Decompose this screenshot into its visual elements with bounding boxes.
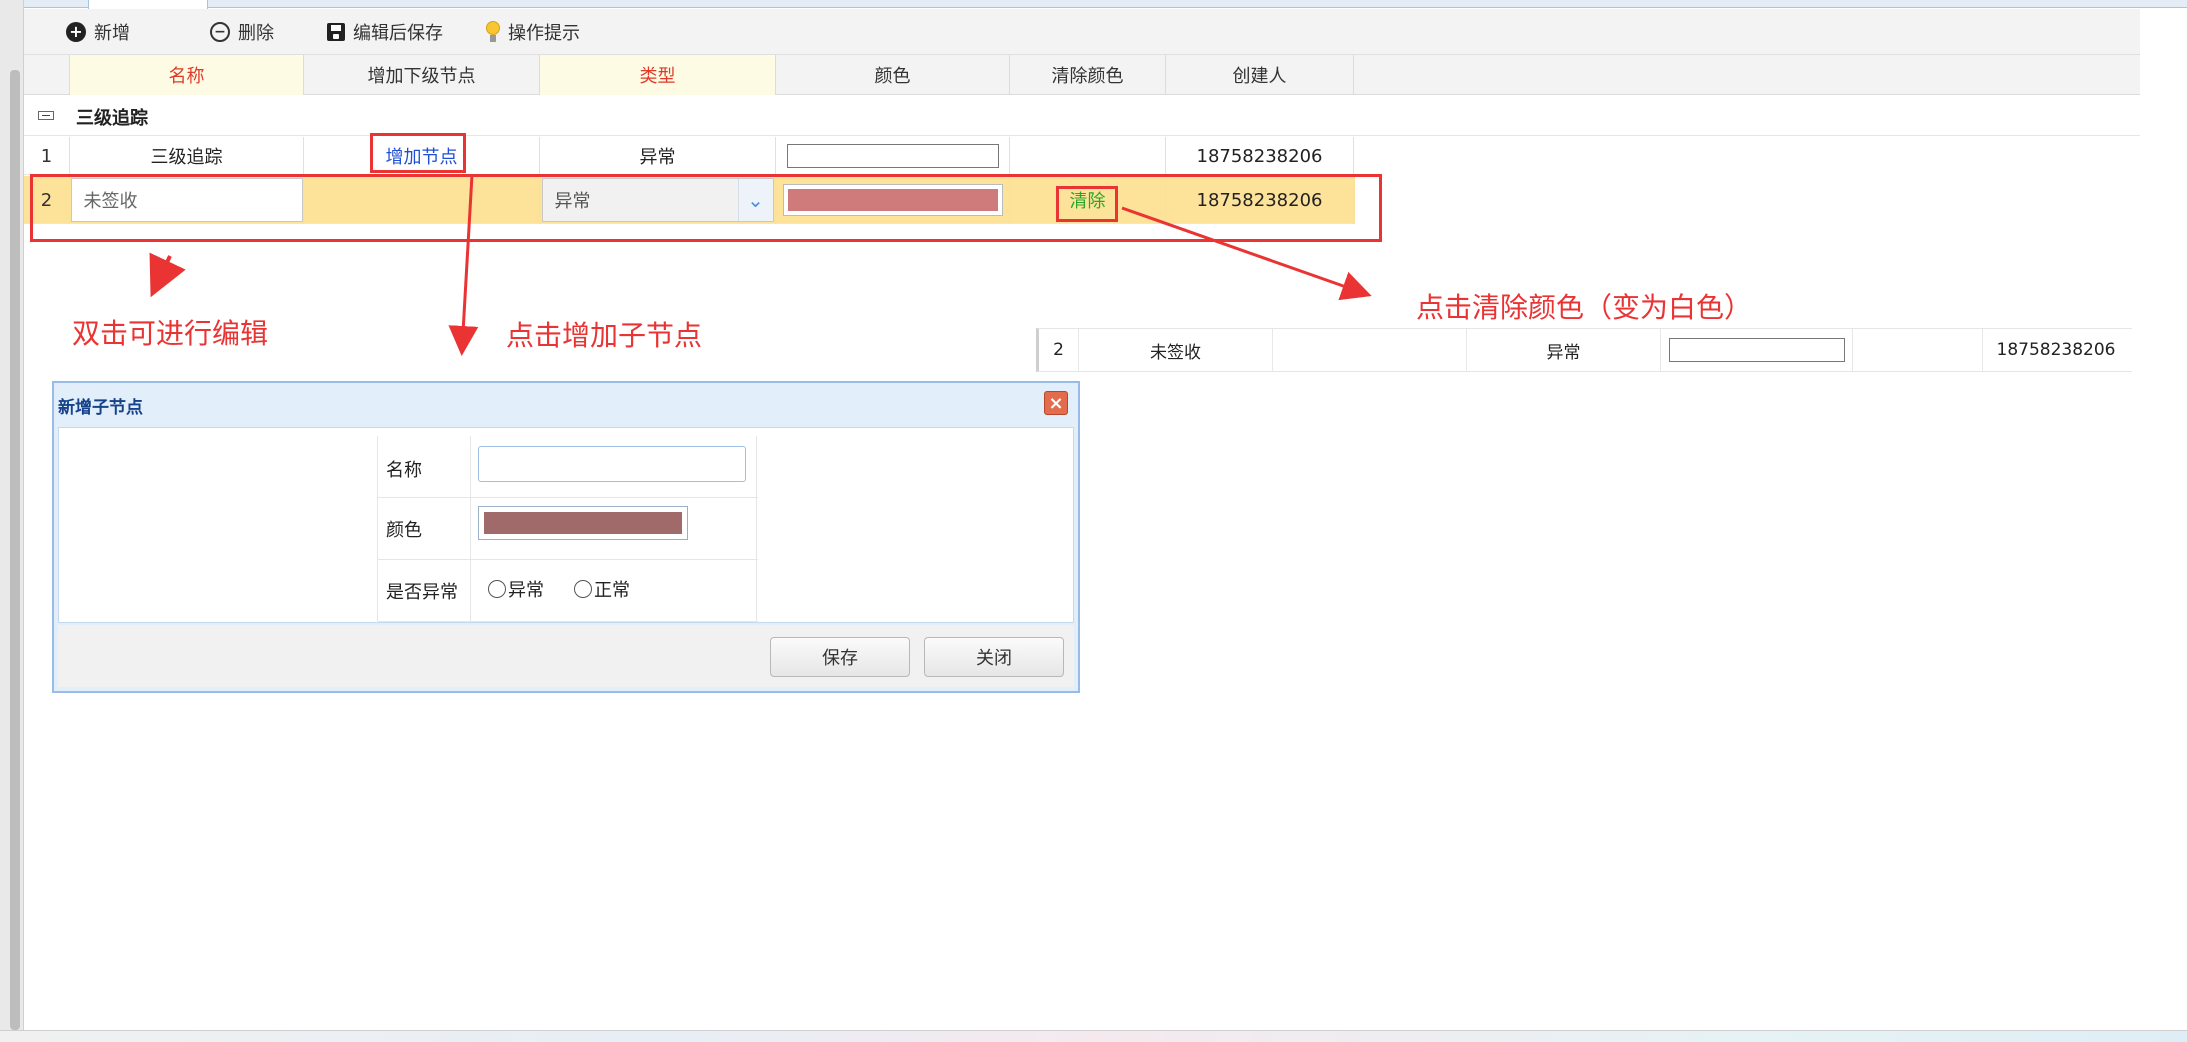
color-picker-input[interactable] — [782, 184, 1003, 216]
radio-circle[interactable] — [488, 580, 506, 598]
cell-creator: 18758238206 — [1166, 137, 1354, 175]
cell-name[interactable]: 三级追踪 — [70, 137, 304, 175]
toolbar: + 新增 − 删除 编辑后保存 操作提示 — [24, 9, 2140, 55]
name-input[interactable] — [478, 446, 746, 482]
cell-creator: 18758238206 — [1166, 176, 1354, 224]
color-swatch — [787, 189, 998, 211]
header-clear-color[interactable]: 清除颜色 — [1010, 55, 1166, 95]
radio-abnormal[interactable]: 异常 — [488, 576, 544, 602]
annotation-clear-color: 点击清除颜色（变为白色） — [1416, 291, 1753, 324]
chevron-down-icon[interactable]: ⌄ — [737, 179, 773, 221]
header-type[interactable]: 类型 — [540, 55, 776, 95]
radio-normal-label: 正常 — [594, 580, 630, 601]
preview-name: 未签收 — [1079, 329, 1273, 371]
form-row-name: 名称 — [378, 436, 758, 498]
header-creator[interactable]: 创建人 — [1166, 55, 1354, 95]
cell-clear-color — [1010, 137, 1166, 175]
header-add-child[interactable]: 增加下级节点 — [304, 55, 540, 95]
cell-add-child: 增加节点 — [304, 137, 540, 175]
row-number: 1 — [24, 137, 70, 175]
table-row[interactable]: 1 三级追踪 增加节点 异常 18758238206 — [24, 137, 1355, 175]
plus-circle-icon: + — [66, 22, 86, 42]
grid-header: 名称 增加下级节点 类型 颜色 清除颜色 创建人 — [24, 55, 2140, 95]
header-rownum — [24, 55, 70, 95]
preview-color-swatch — [1668, 338, 1845, 362]
preview-color — [1661, 329, 1853, 371]
clear-color-link[interactable]: 清除 — [1070, 187, 1106, 213]
add-button[interactable]: + 新增 — [66, 17, 130, 47]
preview-clear — [1853, 329, 1983, 371]
operation-tip-button[interactable]: 操作提示 — [486, 17, 580, 47]
preview-add-child — [1273, 329, 1467, 371]
row-number: 2 — [24, 176, 70, 224]
preview-creator: 18758238206 — [1996, 340, 2116, 360]
tip-button-label: 操作提示 — [508, 23, 580, 44]
cell-type[interactable]: 异常 — [540, 137, 776, 175]
dialog-footer: 保存 关闭 — [58, 625, 1074, 687]
arrow-edit — [149, 252, 186, 298]
tab-strip — [24, 0, 2187, 8]
name-label: 名称 — [386, 460, 422, 481]
name-edit-input[interactable]: 未签收 — [70, 178, 303, 222]
save-button-label: 编辑后保存 — [353, 23, 443, 44]
add-child-dialog: 新增子节点 × 名称 颜色 是否异常 异常 正常 保存 关闭 — [52, 381, 1080, 693]
table-row-editing[interactable]: 2 未签收 异常 ⌄ 清除 18758238206 — [24, 176, 1355, 224]
color-picker-input[interactable] — [478, 506, 688, 540]
preview-type: 异常 — [1467, 329, 1661, 371]
header-color[interactable]: 颜色 — [776, 55, 1010, 95]
child-node-form: 名称 颜色 是否异常 异常 正常 — [377, 436, 758, 624]
abnormal-label: 是否异常 — [386, 582, 458, 603]
group-label: 三级追踪 — [76, 108, 148, 129]
type-select[interactable]: 异常 ⌄ — [541, 178, 774, 222]
collapse-toggle-icon[interactable] — [38, 111, 54, 120]
form-divider — [470, 498, 471, 559]
cell-add-child — [304, 176, 540, 224]
close-icon[interactable]: × — [1044, 391, 1068, 415]
close-button[interactable]: 关闭 — [924, 637, 1064, 677]
radio-normal[interactable]: 正常 — [574, 576, 630, 602]
cell-color[interactable] — [776, 137, 1010, 175]
color-swatch — [484, 512, 682, 534]
minus-circle-icon: − — [210, 22, 230, 42]
preview-row-number: 2 — [1039, 329, 1079, 371]
annotation-add-child: 点击增加子节点 — [506, 319, 703, 352]
dialog-title: 新增子节点 — [58, 398, 143, 418]
cell-clear-color: 清除 — [1010, 176, 1166, 224]
add-button-label: 新增 — [94, 23, 130, 44]
cell-type: 异常 ⌄ — [540, 176, 776, 224]
floppy-disk-icon — [327, 23, 345, 41]
radio-circle[interactable] — [574, 580, 592, 598]
radio-abnormal-label: 异常 — [508, 580, 544, 601]
header-name[interactable]: 名称 — [70, 55, 304, 95]
cell-name: 未签收 — [70, 176, 304, 224]
delete-button-label: 删除 — [238, 23, 274, 44]
active-tab[interactable] — [88, 0, 208, 9]
delete-button[interactable]: − 删除 — [210, 17, 274, 47]
form-divider — [470, 436, 471, 497]
preview-row: 2 未签收 异常 18758238206 — [1036, 328, 2132, 372]
group-row: 三级追踪 — [24, 96, 2140, 136]
lightbulb-icon — [486, 21, 500, 43]
vertical-scrollbar[interactable] — [10, 70, 20, 1030]
form-row-color: 颜色 — [378, 498, 758, 560]
cell-color — [776, 176, 1010, 224]
form-row-abnormal: 是否异常 异常 正常 — [378, 560, 758, 622]
save-button[interactable]: 保存 — [770, 637, 910, 677]
add-node-link[interactable]: 增加节点 — [386, 143, 458, 169]
type-select-value: 异常 — [554, 191, 591, 212]
annotation-edit: 双击可进行编辑 — [72, 317, 269, 350]
color-label: 颜色 — [386, 520, 422, 541]
save-after-edit-button[interactable]: 编辑后保存 — [327, 17, 443, 47]
dialog-body: 名称 颜色 是否异常 异常 正常 — [58, 427, 1074, 624]
form-divider — [470, 560, 471, 621]
bottom-status-bar — [0, 1030, 2187, 1042]
color-swatch — [786, 144, 999, 168]
